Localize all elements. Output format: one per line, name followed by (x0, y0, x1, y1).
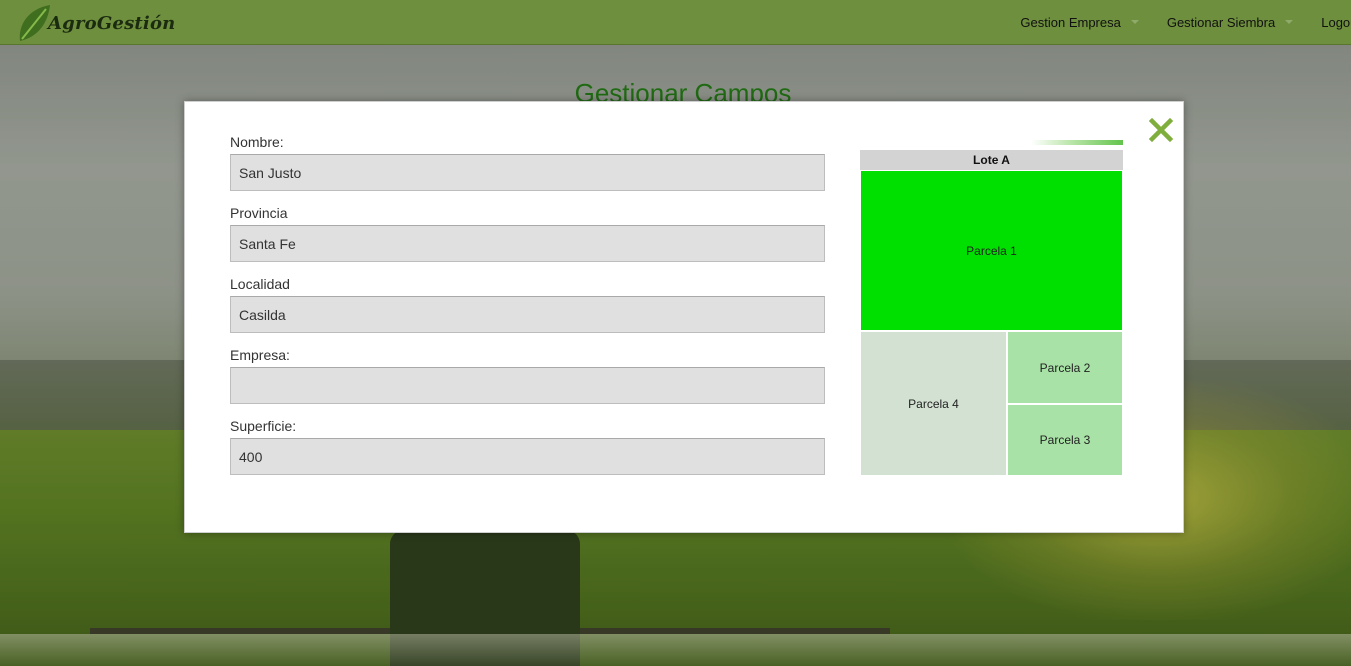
field-nombre: Nombre: (230, 134, 826, 191)
nombre-input[interactable] (230, 154, 825, 191)
treemap-cell-label: Parcela 1 (966, 243, 1017, 258)
nav-menu: Gestion Empresa Gestionar Siembra Logout (992, 0, 1351, 44)
nav-item-label: Gestionar Siembra (1166, 14, 1276, 30)
field-label: Nombre: (230, 134, 284, 150)
treemap-cell-parcela-2[interactable]: Parcela 2 (1007, 331, 1123, 404)
treemap-cell-label: Parcela 3 (1039, 433, 1091, 447)
provincia-input[interactable] (230, 225, 825, 262)
nav-item-gestion-empresa[interactable]: Gestion Empresa (1020, 14, 1139, 30)
top-navbar: AgroGestión Gestion Empresa Gestionar Si… (0, 0, 1351, 45)
lote-treemap: Lote A Parcela 1 Parcela 4 Parcela 2 Par… (860, 140, 1123, 476)
field-empresa: Empresa: (230, 347, 826, 404)
treemap-cell-parcela-4[interactable]: Parcela 4 (860, 331, 1007, 476)
treemap-cell-label: Parcela 2 (1039, 360, 1091, 375)
treemap-tooltip-bar (1031, 140, 1123, 145)
field-superficie: Superficie: (230, 418, 826, 475)
brand-logo[interactable]: AgroGestión (14, 2, 175, 44)
localidad-input[interactable] (230, 296, 825, 333)
close-icon[interactable] (1147, 116, 1175, 144)
campo-form: Nombre: Provincia Localidad Empresa: Sup… (230, 134, 826, 489)
nav-item-gestionar-siembra[interactable]: Gestionar Siembra (1166, 14, 1294, 30)
treemap-cell-parcela-1[interactable]: Parcela 1 (860, 170, 1123, 331)
caret-down-icon (1130, 20, 1139, 24)
field-localidad: Localidad (230, 276, 826, 333)
nav-item-label: Logout (1321, 14, 1351, 30)
campo-modal: Nombre: Provincia Localidad Empresa: Sup… (184, 101, 1184, 533)
treemap-cell-parcela-3[interactable]: Parcela 3 (1007, 404, 1123, 476)
treemap-cell-label: Parcela 4 (908, 396, 959, 411)
nav-item-label: Gestion Empresa (1020, 14, 1121, 30)
field-label: Localidad (230, 276, 290, 292)
treemap-header[interactable]: Lote A (860, 150, 1123, 170)
field-label: Superficie: (230, 418, 297, 434)
caret-down-icon (1285, 20, 1294, 24)
empresa-input[interactable] (230, 367, 825, 404)
field-provincia: Provincia (230, 205, 826, 262)
field-label: Provincia (230, 205, 288, 221)
nav-item-logout[interactable]: Logout (1321, 15, 1351, 30)
field-label: Empresa: (230, 347, 290, 363)
brand-name: AgroGestión (48, 12, 176, 34)
superficie-input[interactable] (230, 438, 825, 475)
